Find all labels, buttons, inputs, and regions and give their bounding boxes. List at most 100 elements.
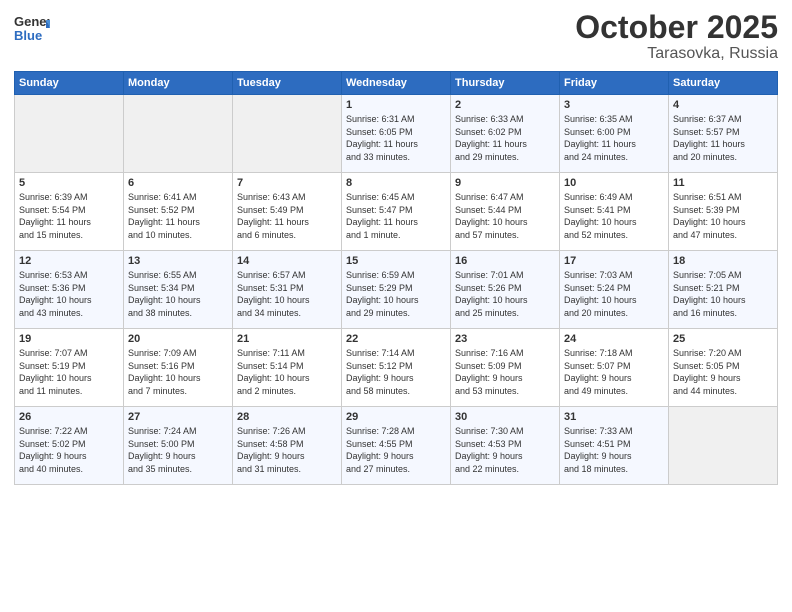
day-info: Sunrise: 7:22 AM Sunset: 5:02 PM Dayligh… xyxy=(19,425,119,475)
day-info: Sunrise: 6:43 AM Sunset: 5:49 PM Dayligh… xyxy=(237,191,337,241)
day-info: Sunrise: 6:49 AM Sunset: 5:41 PM Dayligh… xyxy=(564,191,664,241)
day-cell: 11Sunrise: 6:51 AM Sunset: 5:39 PM Dayli… xyxy=(669,173,778,251)
logo-icon: General Blue xyxy=(14,10,50,46)
logo: General Blue xyxy=(14,10,50,51)
day-cell: 18 Sunrise: 7:05 AM Sunset: 5:21 PM Dayli… xyxy=(669,251,778,329)
day-header-tuesday: Tuesday xyxy=(233,72,342,95)
day-number: 29 xyxy=(346,411,446,423)
day-number: 4 xyxy=(673,99,773,111)
day-number: 24 xyxy=(564,333,664,345)
day-cell: 31 Sunrise: 7:33 AM Sunset: 4:51 PM Dayli… xyxy=(560,407,669,485)
week-row-1: 1 Sunrise: 6:31 AM Sunset: 6:05 PM Daylig… xyxy=(15,95,778,173)
day-number: 12 xyxy=(19,255,119,267)
day-info: Sunrise: 6:55 AM Sunset: 5:34 PM Dayligh… xyxy=(128,269,228,319)
day-number: 18 xyxy=(673,255,773,267)
day-info: Sunrise: 7:24 AM Sunset: 5:00 PM Dayligh… xyxy=(128,425,228,475)
day-cell: 27Sunrise: 7:24 AM Sunset: 5:00 PM Dayli… xyxy=(124,407,233,485)
day-info: Sunrise: 6:45 AM Sunset: 5:47 PM Dayligh… xyxy=(346,191,446,241)
day-header-monday: Monday xyxy=(124,72,233,95)
day-cell: 19 Sunrise: 7:07 AM Sunset: 5:19 PM Dayli… xyxy=(15,329,124,407)
day-cell xyxy=(15,95,124,173)
day-info: Sunrise: 7:03 AM Sunset: 5:24 PM Dayligh… xyxy=(564,269,664,319)
day-info: Sunrise: 7:05 AM Sunset: 5:21 PM Dayligh… xyxy=(673,269,773,319)
day-number: 16 xyxy=(455,255,555,267)
day-info: Sunrise: 7:20 AM Sunset: 5:05 PM Dayligh… xyxy=(673,347,773,397)
day-cell: 7 Sunrise: 6:43 AM Sunset: 5:49 PM Daylig… xyxy=(233,173,342,251)
month-title: October 2025 xyxy=(575,10,778,45)
day-cell: 12 Sunrise: 6:53 AM Sunset: 5:36 PM Dayli… xyxy=(15,251,124,329)
svg-text:General: General xyxy=(14,14,50,29)
week-row-2: 5 Sunrise: 6:39 AM Sunset: 5:54 PM Daylig… xyxy=(15,173,778,251)
day-number: 28 xyxy=(237,411,337,423)
calendar-body: 1 Sunrise: 6:31 AM Sunset: 6:05 PM Daylig… xyxy=(15,95,778,485)
day-number: 17 xyxy=(564,255,664,267)
page: General Blue October 2025 Tarasovka, Rus… xyxy=(0,0,792,612)
day-header-friday: Friday xyxy=(560,72,669,95)
day-info: Sunrise: 6:35 AM Sunset: 6:00 PM Dayligh… xyxy=(564,113,664,163)
day-cell: 21 Sunrise: 7:11 AM Sunset: 5:14 PM Dayli… xyxy=(233,329,342,407)
day-cell: 5 Sunrise: 6:39 AM Sunset: 5:54 PM Daylig… xyxy=(15,173,124,251)
day-cell: 10Sunrise: 6:49 AM Sunset: 5:41 PM Dayli… xyxy=(560,173,669,251)
header: General Blue October 2025 Tarasovka, Rus… xyxy=(14,10,778,63)
day-cell: 26Sunrise: 7:22 AM Sunset: 5:02 PM Dayli… xyxy=(15,407,124,485)
day-info: Sunrise: 7:07 AM Sunset: 5:19 PM Dayligh… xyxy=(19,347,119,397)
day-cell: 9 Sunrise: 6:47 AM Sunset: 5:44 PM Daylig… xyxy=(451,173,560,251)
day-cell: 28 Sunrise: 7:26 AM Sunset: 4:58 PM Dayli… xyxy=(233,407,342,485)
day-number: 9 xyxy=(455,177,555,189)
day-number: 31 xyxy=(564,411,664,423)
location: Tarasovka, Russia xyxy=(575,45,778,63)
week-row-5: 26Sunrise: 7:22 AM Sunset: 5:02 PM Dayli… xyxy=(15,407,778,485)
day-info: Sunrise: 7:01 AM Sunset: 5:26 PM Dayligh… xyxy=(455,269,555,319)
day-info: Sunrise: 6:53 AM Sunset: 5:36 PM Dayligh… xyxy=(19,269,119,319)
day-number: 23 xyxy=(455,333,555,345)
day-cell: 4 Sunrise: 6:37 AM Sunset: 5:57 PM Daylig… xyxy=(669,95,778,173)
day-info: Sunrise: 6:41 AM Sunset: 5:52 PM Dayligh… xyxy=(128,191,228,241)
day-info: Sunrise: 6:37 AM Sunset: 5:57 PM Dayligh… xyxy=(673,113,773,163)
day-info: Sunrise: 6:33 AM Sunset: 6:02 PM Dayligh… xyxy=(455,113,555,163)
day-number: 8 xyxy=(346,177,446,189)
day-info: Sunrise: 6:39 AM Sunset: 5:54 PM Dayligh… xyxy=(19,191,119,241)
day-info: Sunrise: 7:33 AM Sunset: 4:51 PM Dayligh… xyxy=(564,425,664,475)
week-row-4: 19 Sunrise: 7:07 AM Sunset: 5:19 PM Dayli… xyxy=(15,329,778,407)
day-cell xyxy=(124,95,233,173)
day-info: Sunrise: 6:47 AM Sunset: 5:44 PM Dayligh… xyxy=(455,191,555,241)
day-number: 7 xyxy=(237,177,337,189)
day-cell: 17 Sunrise: 7:03 AM Sunset: 5:24 PM Dayli… xyxy=(560,251,669,329)
day-number: 21 xyxy=(237,333,337,345)
day-cell: 30 Sunrise: 7:30 AM Sunset: 4:53 PM Dayli… xyxy=(451,407,560,485)
day-info: Sunrise: 6:57 AM Sunset: 5:31 PM Dayligh… xyxy=(237,269,337,319)
day-info: Sunrise: 6:31 AM Sunset: 6:05 PM Dayligh… xyxy=(346,113,446,163)
calendar-table: SundayMondayTuesdayWednesdayThursdayFrid… xyxy=(14,71,778,485)
day-number: 2 xyxy=(455,99,555,111)
day-cell: 3 Sunrise: 6:35 AM Sunset: 6:00 PM Daylig… xyxy=(560,95,669,173)
day-header-sunday: Sunday xyxy=(15,72,124,95)
day-info: Sunrise: 7:26 AM Sunset: 4:58 PM Dayligh… xyxy=(237,425,337,475)
calendar-header-row: SundayMondayTuesdayWednesdayThursdayFrid… xyxy=(15,72,778,95)
day-header-thursday: Thursday xyxy=(451,72,560,95)
day-number: 15 xyxy=(346,255,446,267)
day-info: Sunrise: 7:11 AM Sunset: 5:14 PM Dayligh… xyxy=(237,347,337,397)
day-cell: 15 Sunrise: 6:59 AM Sunset: 5:29 PM Dayli… xyxy=(342,251,451,329)
day-cell: 1 Sunrise: 6:31 AM Sunset: 6:05 PM Daylig… xyxy=(342,95,451,173)
day-cell: 22Sunrise: 7:14 AM Sunset: 5:12 PM Dayli… xyxy=(342,329,451,407)
day-number: 1 xyxy=(346,99,446,111)
day-cell: 14Sunrise: 6:57 AM Sunset: 5:31 PM Dayli… xyxy=(233,251,342,329)
day-number: 3 xyxy=(564,99,664,111)
day-cell: 23 Sunrise: 7:16 AM Sunset: 5:09 PM Dayli… xyxy=(451,329,560,407)
day-number: 22 xyxy=(346,333,446,345)
day-info: Sunrise: 7:16 AM Sunset: 5:09 PM Dayligh… xyxy=(455,347,555,397)
day-info: Sunrise: 7:09 AM Sunset: 5:16 PM Dayligh… xyxy=(128,347,228,397)
day-cell: 16 Sunrise: 7:01 AM Sunset: 5:26 PM Dayli… xyxy=(451,251,560,329)
day-number: 30 xyxy=(455,411,555,423)
day-info: Sunrise: 6:51 AM Sunset: 5:39 PM Dayligh… xyxy=(673,191,773,241)
day-info: Sunrise: 7:18 AM Sunset: 5:07 PM Dayligh… xyxy=(564,347,664,397)
day-info: Sunrise: 7:30 AM Sunset: 4:53 PM Dayligh… xyxy=(455,425,555,475)
week-row-3: 12 Sunrise: 6:53 AM Sunset: 5:36 PM Dayli… xyxy=(15,251,778,329)
svg-text:Blue: Blue xyxy=(14,28,42,43)
day-number: 13 xyxy=(128,255,228,267)
day-cell: 13 Sunrise: 6:55 AM Sunset: 5:34 PM Dayli… xyxy=(124,251,233,329)
day-info: Sunrise: 6:59 AM Sunset: 5:29 PM Dayligh… xyxy=(346,269,446,319)
day-number: 6 xyxy=(128,177,228,189)
day-number: 5 xyxy=(19,177,119,189)
day-number: 19 xyxy=(19,333,119,345)
